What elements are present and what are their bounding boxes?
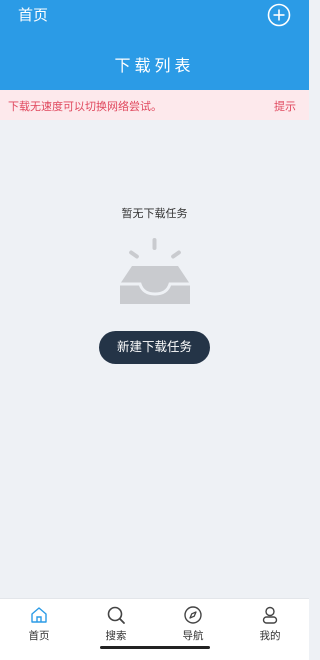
home-icon [31,607,47,623]
search-icon [107,606,125,624]
empty-state-text: 暂无下载任务 [121,207,188,220]
page-title: 下载列表 [114,56,195,75]
notice-message: 下载无速度可以切换网络尝试。 [8,100,162,113]
tab-search-label: 搜索 [105,630,127,642]
new-download-task-button[interactable]: 新建下载任务 [99,331,210,364]
plus-circle-icon [267,3,291,27]
add-download-button[interactable] [267,3,291,27]
tab-mine-label: 我的 [259,630,281,642]
user-icon [262,606,278,624]
tab-home-label: 首页 [28,630,50,642]
app-header: 首页 下载列表 [0,0,309,90]
empty-inbox-icon [120,238,190,304]
tab-navigation[interactable]: 导航 [163,599,223,645]
home-link[interactable]: 首页 [18,4,48,25]
tab-navigation-label: 导航 [182,630,204,642]
compass-icon [184,606,202,624]
notice-hint-link[interactable]: 提示 [274,98,296,114]
tab-mine[interactable]: 我的 [240,599,300,645]
tab-search[interactable]: 搜索 [86,599,146,645]
tab-home[interactable]: 首页 [9,599,69,645]
home-indicator [100,646,210,649]
network-notice-banner: 下载无速度可以切换网络尝试。 提示 [0,90,309,120]
bottom-tab-bar: 首页 搜索 导航 我的 [0,598,309,660]
